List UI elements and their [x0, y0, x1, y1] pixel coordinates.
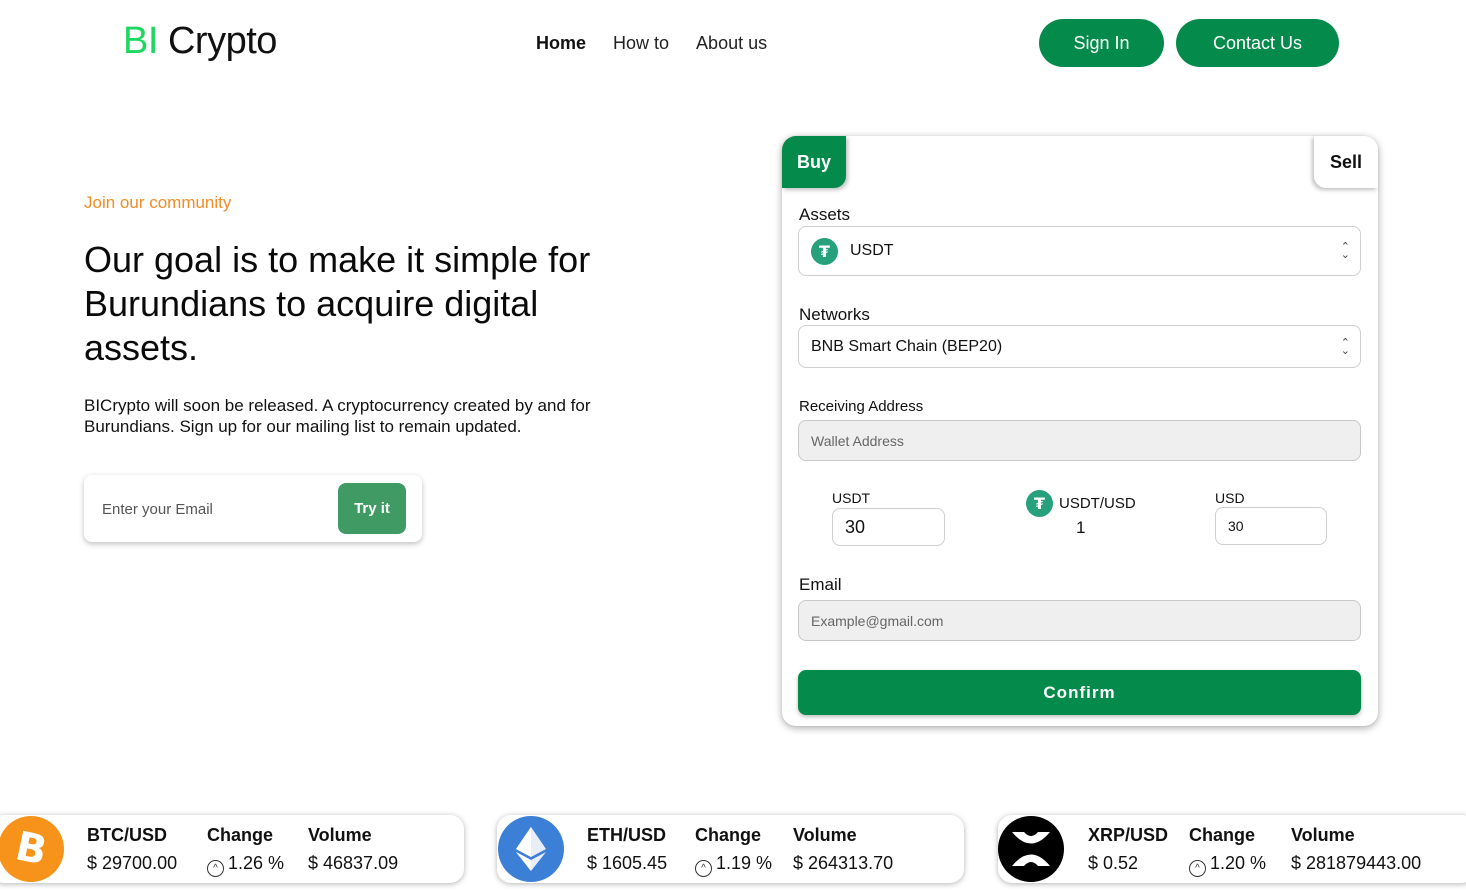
- sign-in-button[interactable]: Sign In: [1039, 19, 1164, 67]
- receiving-address-label: Receiving Address: [799, 398, 924, 415]
- ticker-change-label: Change: [207, 825, 274, 845]
- tab-sell[interactable]: Sell: [1314, 136, 1378, 188]
- ticker-xrp: XRP/USD $ 0.52 Change ^ 1.20 % Volume $ 2…: [998, 815, 1466, 883]
- ticker-volume-label: Volume: [308, 825, 372, 845]
- main-nav: Home How to About us: [536, 33, 767, 54]
- ticker-change: 1.19 %: [716, 853, 773, 873]
- ticker-change-label: Change: [695, 825, 762, 845]
- usdt-amount-label: USDT: [832, 490, 871, 506]
- networks-label: Networks: [799, 305, 870, 324]
- tab-buy[interactable]: Buy: [782, 136, 846, 188]
- ticker-volume-label: Volume: [1291, 825, 1355, 845]
- ticker-volume: $ 264313.70: [793, 853, 894, 873]
- usd-amount-label: USD: [1215, 490, 1245, 506]
- arrow-up-icon: ^: [695, 860, 712, 877]
- trade-card: Buy Sell Assets ₮ USDT ⌃ ⌄ Networks BNB S…: [782, 136, 1378, 726]
- ticker-volume: $ 46837.09: [308, 853, 399, 873]
- networks-select-value: BNB Smart Chain (BEP20): [811, 337, 1003, 355]
- newsletter-email-input[interactable]: [94, 491, 334, 527]
- community-eyebrow: Join our community: [84, 193, 232, 212]
- ticker-price: $ 1605.45: [587, 853, 668, 873]
- ticker-price: $ 0.52: [1088, 853, 1139, 873]
- newsletter-box: Try it: [84, 475, 422, 542]
- logo-crypto: Crypto: [167, 20, 277, 62]
- hero-headline: Our goal is to make it simple for Burund…: [84, 239, 591, 368]
- ticker-change: 1.20 %: [1210, 853, 1267, 873]
- bitcoin-icon: B: [0, 816, 64, 882]
- wallet-address-input[interactable]: Wallet Address: [798, 420, 1361, 461]
- ticker-change: 1.26 %: [228, 853, 285, 873]
- email-label: Email: [799, 575, 842, 594]
- ticker-pair: XRP/USD: [1088, 825, 1169, 845]
- tether-icon: ₮: [811, 237, 838, 265]
- pair-label: USDT/USD: [1059, 495, 1136, 512]
- assets-select[interactable]: ₮ USDT ⌃ ⌄: [798, 226, 1361, 276]
- ticker-pair: ETH/USD: [587, 825, 667, 845]
- ethereum-icon: [498, 816, 564, 882]
- ticker-volume: $ 281879443.00: [1291, 853, 1422, 873]
- try-it-button[interactable]: Try it: [338, 483, 406, 534]
- select-arrows-icon: ⌃ ⌄: [1340, 336, 1350, 357]
- usdt-amount-input[interactable]: 30: [832, 508, 945, 546]
- pair-rate: 1: [1076, 518, 1086, 537]
- select-arrows-icon: ⌃ ⌄: [1340, 241, 1350, 261]
- ticker-btc: BTC/USD $ 29700.00 Change ^ 1.26 % Volume…: [0, 815, 464, 883]
- assets-label: Assets: [799, 205, 851, 224]
- confirm-button[interactable]: Confirm: [798, 670, 1361, 715]
- tether-icon: ₮: [1026, 490, 1053, 517]
- logo-bi: BI: [123, 20, 158, 62]
- ticker-volume-label: Volume: [793, 825, 857, 845]
- arrow-up-icon: ^: [207, 860, 224, 877]
- xrp-icon: [998, 816, 1064, 882]
- assets-select-value: USDT: [850, 242, 894, 259]
- ticker-price: $ 29700.00: [87, 853, 178, 873]
- ticker-change-label: Change: [1189, 825, 1256, 845]
- email-input[interactable]: Example@gmail.com: [798, 600, 1361, 641]
- logo[interactable]: BI Crypto: [123, 20, 277, 63]
- ticker-eth: ETH/USD $ 1605.45 Change ^ 1.19 % Volume …: [497, 815, 964, 883]
- networks-select[interactable]: BNB Smart Chain (BEP20) ⌃ ⌄: [798, 325, 1361, 368]
- nav-how-to[interactable]: How to: [613, 33, 669, 54]
- nav-home[interactable]: Home: [536, 33, 586, 54]
- nav-about-us[interactable]: About us: [696, 33, 767, 54]
- contact-us-button[interactable]: Contact Us: [1176, 19, 1339, 67]
- usd-amount-input[interactable]: 30: [1215, 507, 1327, 545]
- hero-subtext: BICrypto will soon be released. A crypto…: [84, 396, 591, 436]
- arrow-up-icon: ^: [1189, 860, 1206, 877]
- ticker-pair: BTC/USD: [87, 825, 167, 845]
